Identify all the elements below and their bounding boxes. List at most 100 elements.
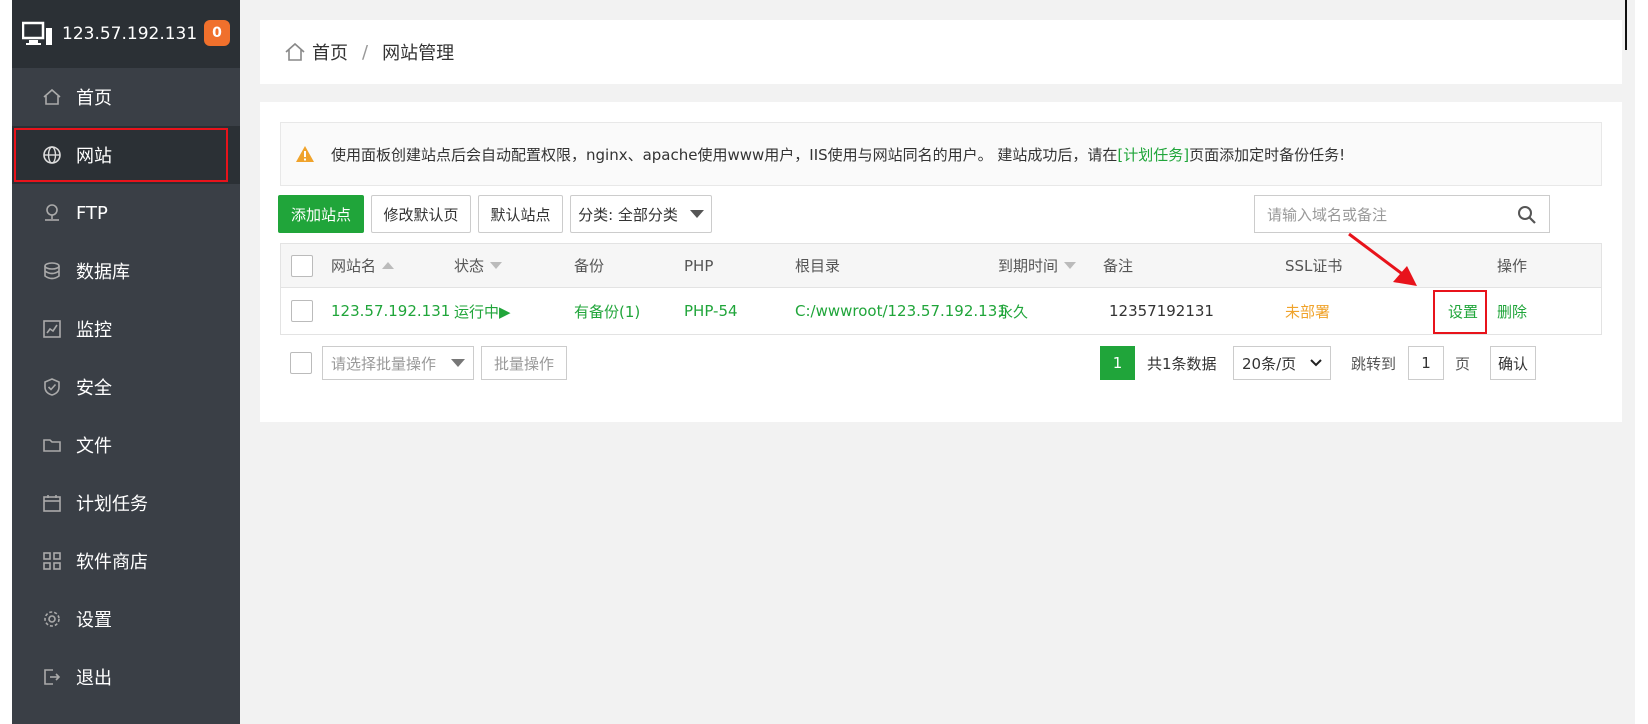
- chevron-down-icon: [451, 359, 465, 367]
- sidebar-item-label: 安全: [76, 378, 112, 399]
- chevron-down-icon: [689, 210, 704, 218]
- sidebar-item-logout[interactable]: 退出: [12, 648, 240, 706]
- root-dir-link[interactable]: C:/wwwroot/123.57.192.131: [795, 288, 1007, 334]
- jump-confirm-button[interactable]: 确认: [1490, 346, 1536, 380]
- add-site-button[interactable]: 添加站点: [278, 195, 364, 233]
- monitor-icon: [42, 319, 62, 339]
- header-action: 操作: [1497, 257, 1528, 275]
- cron-task-link[interactable]: [计划任务]: [1117, 144, 1189, 165]
- sidebar-item-label: 首页: [76, 88, 112, 109]
- expire-link[interactable]: 永久: [998, 288, 1028, 334]
- sidebar-item-settings[interactable]: 设置: [12, 590, 240, 648]
- annotation-arrow-icon: [1348, 232, 1417, 286]
- header-ssl: SSL证书: [1285, 257, 1343, 275]
- chevron-down-icon: [1310, 359, 1322, 367]
- header-status[interactable]: 状态: [454, 244, 503, 287]
- page-current[interactable]: 1: [1100, 346, 1135, 380]
- logout-icon: [42, 667, 62, 687]
- row-checkbox[interactable]: [291, 300, 313, 322]
- notice-text: 使用面板创建站点后会自动配置权限，nginx、apache使用www用户，IIS…: [331, 145, 1118, 164]
- sidebar-item-label: 监控: [76, 320, 112, 341]
- breadcrumb-home[interactable]: 首页: [312, 39, 348, 65]
- sidebar-item-label: 文件: [76, 436, 112, 457]
- header-remark: 备注: [1103, 257, 1134, 275]
- scrollbar[interactable]: [1625, 0, 1627, 50]
- sidebar-item-website[interactable]: 网站: [12, 126, 240, 184]
- sidebar-item-database[interactable]: 数据库: [12, 242, 240, 300]
- calendar-icon: [42, 493, 62, 513]
- header-root: 根目录: [795, 257, 841, 275]
- batch-select-placeholder: 请选择批量操作: [331, 354, 437, 373]
- batch-operation-button[interactable]: 批量操作: [481, 346, 567, 380]
- site-name-link[interactable]: 123.57.192.131: [331, 288, 450, 334]
- sidebar-item-home[interactable]: 首页: [12, 68, 240, 126]
- gear-icon: [42, 609, 62, 629]
- default-site-button[interactable]: 默认站点: [478, 195, 563, 233]
- total-count: 共1条数据: [1147, 354, 1217, 373]
- per-page-select[interactable]: 20条/页: [1233, 346, 1331, 380]
- server-header: 123.57.192.131 0: [12, 0, 240, 68]
- header-expire-label: 到期时间: [998, 257, 1059, 275]
- sidebar-item-label: 计划任务: [76, 494, 148, 515]
- php-version-link[interactable]: PHP-54: [684, 288, 738, 334]
- ftp-icon: [42, 203, 62, 223]
- sidebar-item-store[interactable]: 软件商店: [12, 532, 240, 590]
- modify-default-page-button[interactable]: 修改默认页: [371, 195, 471, 233]
- header-name-label: 网站名: [331, 257, 377, 275]
- footer-select-checkbox[interactable]: [290, 352, 312, 374]
- delete-link[interactable]: 删除: [1497, 288, 1527, 334]
- sidebar-item-security[interactable]: 安全: [12, 358, 240, 416]
- home-icon: [42, 87, 62, 107]
- sidebar-item-label: 软件商店: [76, 552, 148, 573]
- ssl-status-link[interactable]: 未部署: [1285, 288, 1330, 334]
- notification-badge[interactable]: 0: [204, 20, 230, 46]
- sidebar-item-cron[interactable]: 计划任务: [12, 474, 240, 532]
- search-input[interactable]: 请输入域名或备注: [1254, 195, 1550, 233]
- header-expire[interactable]: 到期时间: [998, 244, 1077, 287]
- select-all-checkbox[interactable]: [291, 254, 313, 277]
- sort-asc-icon: [382, 262, 395, 269]
- database-icon: [42, 261, 62, 281]
- header-backup: 备份: [574, 257, 605, 275]
- sidebar-item-monitor[interactable]: 监控: [12, 300, 240, 358]
- remark-value[interactable]: 12357192131: [1109, 288, 1214, 334]
- sort-desc-icon: [490, 262, 503, 269]
- apps-icon: [42, 551, 62, 571]
- site-status[interactable]: 运行中▶: [454, 288, 511, 334]
- header-php: PHP: [684, 256, 714, 275]
- jump-label: 跳转到: [1351, 354, 1397, 373]
- server-ip: 123.57.192.131: [62, 24, 198, 44]
- globe-icon: [42, 145, 62, 165]
- sidebar-item-ftp[interactable]: FTP: [12, 184, 240, 242]
- sidebar-item-label: 退出: [76, 668, 112, 689]
- jump-page-input[interactable]: 1: [1408, 346, 1444, 380]
- category-select-label: 分类: 全部分类: [578, 205, 678, 224]
- sidebar-item-label: FTP: [76, 202, 108, 224]
- notice-box: 使用面板创建站点后会自动配置权限，nginx、apache使用www用户，IIS…: [280, 122, 1602, 186]
- sort-desc-icon: [1064, 262, 1077, 269]
- breadcrumb-separator: /: [362, 41, 369, 63]
- breadcrumb: 首页 / 网站管理: [260, 20, 1622, 84]
- batch-operation-select[interactable]: 请选择批量操作: [322, 346, 474, 380]
- breadcrumb-current: 网站管理: [382, 43, 455, 64]
- header-name[interactable]: 网站名: [331, 244, 395, 287]
- category-select[interactable]: 分类: 全部分类: [570, 195, 712, 233]
- backup-link[interactable]: 有备份(1): [574, 288, 640, 334]
- folder-icon: [42, 435, 62, 455]
- search-icon[interactable]: [1517, 205, 1537, 225]
- page-unit: 页: [1455, 354, 1471, 373]
- sidebar-item-files[interactable]: 文件: [12, 416, 240, 474]
- sidebar-item-label: 网站: [76, 146, 112, 167]
- table-footer: 请选择批量操作 批量操作 1 共1条数据 20条/页 跳转到 1 页 确认: [280, 346, 1602, 384]
- server-monitor-icon: [22, 21, 52, 45]
- home-icon[interactable]: [284, 41, 306, 63]
- settings-highlight-box: [1433, 290, 1487, 334]
- warning-icon: [296, 146, 314, 162]
- header-status-label: 状态: [454, 257, 485, 275]
- per-page-label: 20条/页: [1242, 354, 1297, 373]
- search-placeholder: 请输入域名或备注: [1267, 205, 1388, 224]
- main-content: 首页 / 网站管理 使用面板创建站点后会自动配置权限，nginx、apache使…: [240, 0, 1635, 724]
- sidebar-item-label: 设置: [76, 610, 112, 631]
- sidebar: 123.57.192.131 0 首页 网站 FTP 数据库 监控 安全 文件 …: [12, 0, 240, 724]
- sidebar-item-label: 数据库: [76, 262, 130, 283]
